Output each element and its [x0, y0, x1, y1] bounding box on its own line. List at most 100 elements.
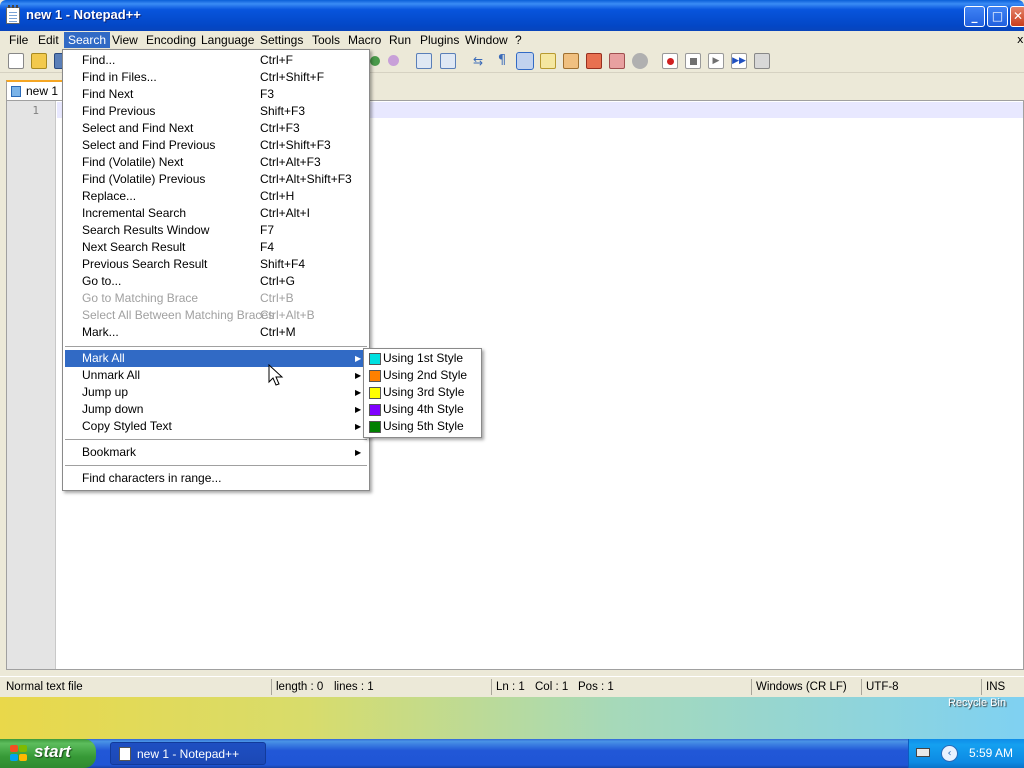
start-button[interactable]: start: [0, 739, 96, 768]
menu-plugins[interactable]: Plugins: [416, 32, 463, 48]
zoom-out-icon[interactable]: [388, 55, 399, 66]
status-ln: Ln : 1: [491, 679, 525, 695]
function-list-icon[interactable]: [586, 53, 602, 69]
menu-item-label: Mark All: [82, 351, 125, 365]
menu-item-find-volatile-previous[interactable]: Find (Volatile) Previous Ctrl+Alt+Shift+F…: [65, 171, 367, 188]
new-file-icon[interactable]: [8, 53, 24, 69]
menu-window[interactable]: Window: [461, 32, 512, 48]
save-macro-icon[interactable]: [754, 53, 770, 69]
menu-item-select-and-find-previous[interactable]: Select and Find Previous Ctrl+Shift+F3: [65, 137, 367, 154]
submenu-item-style-4[interactable]: Using 4th Style: [366, 401, 479, 418]
menu-item-select-all-between-braces: Select All Between Matching Braces Ctrl+A…: [65, 307, 367, 324]
menu-item-find-in-files[interactable]: Find in Files... Ctrl+Shift+F: [65, 69, 367, 86]
menu-item-unmark-all[interactable]: Unmark All ▶: [65, 367, 367, 384]
menu-item-shortcut: Shift+F3: [260, 104, 306, 118]
menu-item-go-to[interactable]: Go to... Ctrl+G: [65, 273, 367, 290]
zoom-in-icon[interactable]: [370, 56, 380, 66]
menu-item-jump-down[interactable]: Jump down ▶: [65, 401, 367, 418]
menu-item-label: Find (Volatile) Previous: [82, 172, 206, 186]
menu-item-replace[interactable]: Replace... Ctrl+H: [65, 188, 367, 205]
clock[interactable]: 5:59 AM: [969, 746, 1013, 760]
recycle-bin-label[interactable]: Recycle Bin: [948, 697, 1006, 709]
word-wrap-icon[interactable]: ⇆: [470, 53, 486, 69]
menu-item-label: Previous Search Result: [82, 257, 208, 271]
taskbar: start new 1 - Notepad++ ‹ 5:59 AM: [0, 739, 1024, 768]
menu-item-shortcut: Ctrl+M: [260, 325, 296, 339]
menu-item-label: Mark...: [82, 325, 119, 339]
menu-item-search-results-window[interactable]: Search Results Window F7: [65, 222, 367, 239]
menu-item-mark-all[interactable]: Mark All ▶: [65, 350, 367, 367]
menu-item-find-volatile-next[interactable]: Find (Volatile) Next Ctrl+Alt+F3: [65, 154, 367, 171]
close-button[interactable]: ✕: [1010, 6, 1024, 27]
menu-item-incremental-search[interactable]: Incremental Search Ctrl+Alt+I: [65, 205, 367, 222]
menu-item-label: Jump down: [82, 402, 144, 416]
submenu-item-style-5[interactable]: Using 5th Style: [366, 418, 479, 435]
tab-new-1[interactable]: new 1: [6, 80, 68, 100]
menu-help[interactable]: ?: [511, 32, 526, 48]
open-file-icon[interactable]: [31, 53, 47, 69]
stop-macro-icon[interactable]: [685, 53, 701, 69]
menu-view[interactable]: View: [108, 32, 142, 48]
folder-as-workspace-icon[interactable]: [609, 53, 625, 69]
status-eol: Windows (CR LF): [751, 679, 847, 695]
menu-item-shortcut: Shift+F4: [260, 257, 306, 271]
start-label: start: [34, 742, 71, 761]
monitoring-icon[interactable]: [632, 53, 648, 69]
keyboard-icon[interactable]: [916, 748, 930, 757]
menu-separator: [65, 346, 367, 347]
menu-item-copy-styled-text[interactable]: Copy Styled Text ▶: [65, 418, 367, 435]
indent-guide-icon[interactable]: [516, 52, 534, 70]
submenu-item-label: Using 5th Style: [383, 419, 464, 433]
menu-item-next-search-result[interactable]: Next Search Result F4: [65, 239, 367, 256]
document-icon: [11, 86, 21, 97]
minimize-button[interactable]: _: [964, 6, 985, 27]
status-lines: lines : 1: [334, 681, 374, 693]
menu-separator: [65, 465, 367, 466]
status-file-type: Normal text file: [6, 681, 83, 693]
menu-item-label: Find characters in range...: [82, 471, 222, 485]
play-macro-icon[interactable]: ▶: [708, 53, 724, 69]
submenu-item-style-1[interactable]: Using 1st Style: [366, 350, 479, 367]
menu-settings[interactable]: Settings: [256, 32, 307, 48]
menu-language[interactable]: Language: [197, 32, 258, 48]
show-all-characters-icon[interactable]: ¶: [494, 53, 510, 69]
menu-search[interactable]: Search: [64, 32, 111, 48]
menu-item-mark[interactable]: Mark... Ctrl+M: [65, 324, 367, 341]
maximize-button[interactable]: □: [987, 6, 1008, 27]
menu-item-shortcut: F7: [260, 223, 275, 237]
menu-item-find-characters-in-range[interactable]: Find characters in range...: [65, 470, 367, 487]
submenu-item-style-2[interactable]: Using 2nd Style: [366, 367, 479, 384]
menu-tools[interactable]: Tools: [308, 32, 344, 48]
taskbar-item-notepad[interactable]: new 1 - Notepad++: [110, 742, 266, 765]
menu-item-select-and-find-next[interactable]: Select and Find Next Ctrl+F3: [65, 120, 367, 137]
menu-item-find-next[interactable]: Find Next F3: [65, 86, 367, 103]
submenu-arrow-icon: ▶: [355, 388, 362, 397]
sync-horizontal-icon[interactable]: [440, 53, 456, 69]
menu-item-previous-search-result[interactable]: Previous Search Result Shift+F4: [65, 256, 367, 273]
record-macro-icon[interactable]: [662, 53, 678, 69]
menu-item-jump-up[interactable]: Jump up ▶: [65, 384, 367, 401]
menu-file[interactable]: File: [5, 32, 32, 48]
menu-edit[interactable]: Edit: [34, 32, 63, 48]
taskbar-item-label: new 1 - Notepad++: [137, 747, 240, 761]
title-bar[interactable]: new 1 - Notepad++ _ □ ✕: [0, 0, 1024, 32]
menu-encoding[interactable]: Encoding: [142, 32, 200, 48]
document-map-icon[interactable]: [563, 53, 579, 69]
menu-item-find-previous[interactable]: Find Previous Shift+F3: [65, 103, 367, 120]
sync-vertical-icon[interactable]: [416, 53, 432, 69]
document-close-icon[interactable]: x: [1017, 33, 1024, 46]
user-defined-language-icon[interactable]: [540, 53, 556, 69]
submenu-item-style-3[interactable]: Using 3rd Style: [366, 384, 479, 401]
menu-item-go-to-matching-brace: Go to Matching Brace Ctrl+B: [65, 290, 367, 307]
style-color-swatch: [369, 387, 381, 399]
menu-run[interactable]: Run: [385, 32, 415, 48]
menu-item-bookmark[interactable]: Bookmark ▶: [65, 444, 367, 461]
submenu-arrow-icon: ▶: [355, 448, 362, 457]
submenu-item-label: Using 4th Style: [383, 402, 464, 416]
run-macro-multiple-icon[interactable]: ▶▶: [731, 53, 747, 69]
menu-item-label: Find in Files...: [82, 70, 157, 84]
style-color-swatch: [369, 421, 381, 433]
show-hidden-icons-icon[interactable]: ‹: [941, 745, 958, 762]
menu-item-find[interactable]: Find... Ctrl+F: [65, 52, 367, 69]
menu-macro[interactable]: Macro: [344, 32, 385, 48]
